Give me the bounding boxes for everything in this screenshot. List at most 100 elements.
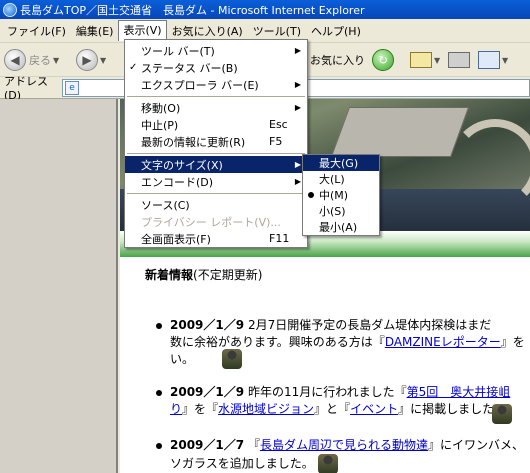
damzine-link[interactable]: DAMZINEレポーター bbox=[385, 335, 501, 349]
page-icon: e bbox=[65, 81, 79, 95]
news-text: 昨年の11月に行われました『 bbox=[247, 385, 407, 399]
menu-item-explorer-bar[interactable]: エクスプローラ バー(E) ▶ bbox=[125, 76, 307, 93]
news-date: 2009／1／9 bbox=[170, 385, 245, 399]
address-label: アドレス(D) bbox=[4, 75, 48, 102]
back-button[interactable]: ◀ 戻る ▼ bbox=[4, 47, 59, 73]
favorites-button[interactable]: お気に入り bbox=[310, 47, 365, 73]
vision-link[interactable]: 水源地域ビジョン bbox=[218, 402, 314, 416]
menu-item-label: エクスプローラ バー(E) bbox=[141, 78, 259, 92]
news-text: 』に掲載しました。 bbox=[398, 402, 507, 416]
news-text: 数に余裕があります。興味のある方は『 bbox=[170, 335, 385, 349]
menu-item-label: 最大(G) bbox=[319, 157, 359, 170]
menu-item-label: プライバシー レポート(V)... bbox=[141, 215, 281, 229]
mail-icon bbox=[410, 52, 432, 68]
news-heading-bold: 新着情報 bbox=[145, 268, 194, 282]
chevron-down-icon: ▼ bbox=[502, 55, 509, 65]
event-report-link[interactable]: 第5回 奥大井接岨 bbox=[407, 385, 511, 399]
menu-separator bbox=[127, 153, 305, 154]
menu-item-full-screen[interactable]: 全画面表示(F) F11 bbox=[125, 230, 307, 247]
shortcut-label: F11 bbox=[269, 232, 290, 245]
mascot-image bbox=[317, 454, 338, 473]
news-item: 2009／1／9 昨年の11月に行われました『第5回 奥大井接岨 り』を『水源地… bbox=[156, 384, 530, 424]
menu-item-label: ソース(C) bbox=[141, 198, 190, 212]
menu-item-encoding[interactable]: エンコード(D) ▶ bbox=[125, 173, 307, 190]
text-size-smallest[interactable]: 最小(A) bbox=[303, 219, 379, 235]
text-size-smaller[interactable]: 小(S) bbox=[303, 203, 379, 219]
forward-button[interactable]: ▶ ▼ bbox=[76, 47, 106, 73]
back-label: 戻る bbox=[29, 54, 51, 67]
bullet bbox=[156, 390, 162, 396]
chevron-down-icon: ▼ bbox=[100, 55, 107, 65]
menu-item-label: 最小(A) bbox=[319, 221, 358, 234]
menu-favorites[interactable]: お気に入り(A) bbox=[167, 21, 248, 41]
news-text: 『 bbox=[247, 438, 260, 452]
animals-link[interactable]: 長島ダム周辺で見られる動物達 bbox=[260, 438, 428, 452]
menu-item-text-size[interactable]: 文字のサイズ(X) ▶ bbox=[125, 156, 307, 173]
text-size-largest[interactable]: 最大(G) bbox=[303, 155, 379, 171]
menu-file[interactable]: ファイル(F) bbox=[2, 21, 71, 41]
menu-item-source[interactable]: ソース(C) bbox=[125, 196, 307, 213]
menu-item-label: エンコード(D) bbox=[141, 175, 214, 189]
news-text: 』にイワンバメ、 bbox=[427, 438, 524, 452]
title-bar: 長島ダムTOP／国土交通省 長島ダム - Microsoft Internet … bbox=[0, 0, 530, 19]
bullet bbox=[156, 323, 162, 329]
history-button[interactable]: ↻ bbox=[372, 47, 394, 73]
menu-separator bbox=[127, 193, 305, 194]
edit-page-icon bbox=[478, 51, 500, 69]
submenu-arrow-icon: ▶ bbox=[294, 46, 301, 55]
menu-item-privacy-report: プライバシー レポート(V)... bbox=[125, 213, 307, 230]
edit-button[interactable]: ▼ bbox=[478, 47, 508, 73]
news-heading: 新着情報(不定期更新) bbox=[145, 266, 262, 283]
news-date: 2009／1／7 bbox=[170, 438, 245, 452]
menu-item-label: 最新の情報に更新(R) bbox=[141, 135, 246, 149]
submenu-arrow-icon: ▶ bbox=[294, 177, 301, 186]
mascot-image bbox=[492, 404, 512, 424]
chevron-down-icon: ▼ bbox=[434, 55, 441, 65]
menu-separator bbox=[127, 96, 305, 97]
menu-item-label: 大(L) bbox=[319, 173, 345, 186]
news-text: 2月7日開催予定の長島ダム堤体内探検はまだ bbox=[247, 318, 492, 332]
menu-item-label: ステータス バー(B) bbox=[141, 61, 238, 75]
checkmark-icon: ✓ bbox=[129, 62, 138, 73]
print-button[interactable] bbox=[448, 47, 470, 73]
menu-item-toolbars[interactable]: ツール バー(T) ▶ bbox=[125, 42, 307, 59]
shortcut-label: Esc bbox=[269, 118, 288, 131]
menu-item-label: ツール バー(T) bbox=[141, 44, 215, 58]
submenu-arrow-icon: ▶ bbox=[294, 80, 301, 89]
bullet bbox=[156, 443, 162, 449]
menu-tools[interactable]: ツール(T) bbox=[248, 21, 306, 41]
menu-item-statusbar[interactable]: ✓ ステータス バー(B) bbox=[125, 59, 307, 76]
menu-item-label: 中(M) bbox=[319, 189, 349, 202]
submenu-arrow-icon: ▶ bbox=[294, 160, 301, 169]
menu-item-refresh[interactable]: 最新の情報に更新(R) F5 bbox=[125, 133, 307, 150]
news-text: 』を bbox=[500, 335, 525, 349]
forward-arrow-icon: ▶ bbox=[76, 49, 98, 71]
shortcut-label: F5 bbox=[269, 135, 283, 148]
menu-item-go-to[interactable]: 移動(O) ▶ bbox=[125, 99, 307, 116]
menu-edit[interactable]: 編集(E) bbox=[71, 21, 119, 41]
menu-help[interactable]: ヘルプ(H) bbox=[306, 21, 366, 41]
menu-view[interactable]: 表示(V) bbox=[118, 20, 167, 41]
news-text: 』を『 bbox=[182, 402, 219, 416]
text-size-larger[interactable]: 大(L) bbox=[303, 171, 379, 187]
text-size-medium[interactable]: 中(M) bbox=[303, 187, 379, 203]
submenu-arrow-icon: ▶ bbox=[294, 103, 301, 112]
news-item: 2009／1／9 2月7日開催予定の長島ダム堤体内探検はまだ 数に余裕があります… bbox=[156, 317, 530, 369]
favorites-label: お気に入り bbox=[310, 54, 365, 67]
event-link[interactable]: イベント bbox=[350, 402, 398, 416]
menu-item-label: 小(S) bbox=[319, 205, 346, 218]
left-panel bbox=[0, 99, 118, 473]
news-heading-note: (不定期更新) bbox=[193, 268, 263, 282]
menu-item-label: 文字のサイズ(X) bbox=[141, 158, 223, 172]
mail-button[interactable]: ▼ bbox=[410, 47, 440, 73]
dam-structure bbox=[330, 107, 470, 157]
menu-item-stop[interactable]: 中止(P) Esc bbox=[125, 116, 307, 133]
window-title: 長島ダムTOP／国土交通省 長島ダム - Microsoft Internet … bbox=[20, 3, 365, 17]
menu-item-label: 全画面表示(F) bbox=[141, 232, 211, 246]
printer-icon bbox=[448, 52, 470, 68]
ie-logo-icon bbox=[3, 2, 17, 17]
news-text: ソガラスを追加しました。 bbox=[170, 456, 314, 471]
event-report-link-cont[interactable]: り bbox=[170, 402, 182, 416]
back-arrow-icon: ◀ bbox=[4, 49, 26, 71]
news-date: 2009／1／9 bbox=[170, 318, 245, 332]
